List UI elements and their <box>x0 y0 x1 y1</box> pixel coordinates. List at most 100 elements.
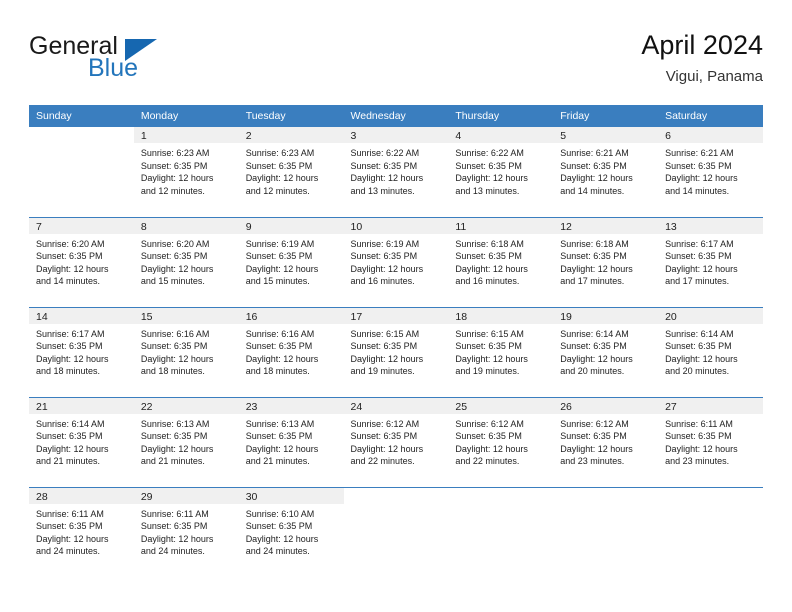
daylight-text-line1: Daylight: 12 hours <box>665 353 738 364</box>
sunrise-text: Sunrise: 6:21 AM <box>665 148 734 158</box>
sunset-text: Sunset: 6:35 PM <box>350 341 418 352</box>
day-details: Sunrise: 6:21 AM Sunset: 6:35 PM Daylight:… <box>553 143 658 197</box>
day-details: Sunrise: 6:19 AM Sunset: 6:35 PM Daylight:… <box>344 234 449 288</box>
calendar-day-cell[interactable]: 17 Sunrise: 6:15 AM Sunset: 6:35 PM Dayligh… <box>343 306 449 397</box>
daylight-text-line2: and 21 minutes. <box>140 456 205 467</box>
day-number: 21 <box>29 397 134 414</box>
daylight-text-line2: and 23 minutes. <box>665 456 730 467</box>
daylight-text-line1: Daylight: 12 hours <box>36 353 109 364</box>
calendar-day-cell[interactable]: 18 Sunrise: 6:15 AM Sunset: 6:35 PM Dayligh… <box>448 306 554 397</box>
calendar-day-cell[interactable]: 22 Sunrise: 6:13 AM Sunset: 6:35 PM Dayligh… <box>133 396 239 487</box>
calendar-day-cell[interactable]: 24 Sunrise: 6:12 AM Sunset: 6:35 PM Dayligh… <box>343 396 449 487</box>
sunrise-text: Sunrise: 6:17 AM <box>665 238 734 249</box>
calendar-day-cell[interactable]: 12 Sunrise: 6:18 AM Sunset: 6:35 PM Dayligh… <box>553 216 659 307</box>
daylight-text-line2: and 22 minutes. <box>350 456 415 467</box>
daylight-text-line1: Daylight: 12 hours <box>245 443 319 454</box>
sunrise-text: Sunrise: 6:13 AM <box>245 418 315 429</box>
calendar-body: 1 Sunrise: 6:23 AM Sunset: 6:35 PM Daylight… <box>29 127 763 577</box>
day-number: 19 <box>553 307 659 324</box>
calendar-day-cell[interactable]: 25 Sunrise: 6:12 AM Sunset: 6:35 PM Dayligh… <box>448 396 554 487</box>
calendar-day-cell[interactable]: 10 Sunrise: 6:19 AM Sunset: 6:35 PM Dayligh… <box>343 216 449 307</box>
daylight-text-line1: Daylight: 12 hours <box>350 173 424 184</box>
calendar-week-row: 7 Sunrise: 6:20 AM Sunset: 6:35 PM Daylight… <box>29 216 763 307</box>
calendar-day-cell[interactable]: 11 Sunrise: 6:18 AM Sunset: 6:35 PM Dayligh… <box>448 216 554 307</box>
sunrise-text: Sunrise: 6:11 AM <box>665 418 733 429</box>
calendar-day-cell[interactable]: 7 Sunrise: 6:20 AM Sunset: 6:35 PM Daylight… <box>29 216 134 307</box>
calendar-table: Sunday Monday Tuesday Wednesday Thursday Frid… <box>29 105 763 577</box>
day-details: Sunrise: 6:11 AM Sunset: 6:35 PM Daylight:… <box>134 504 239 558</box>
daylight-text-line2: and 12 minutes. <box>245 185 310 196</box>
sunrise-text: Sunrise: 6:13 AM <box>140 418 210 429</box>
sunrise-text: Sunrise: 6:18 AM <box>455 238 524 249</box>
weekday-header-tuesday: Tuesday <box>238 105 344 127</box>
day-number: 12 <box>553 217 659 234</box>
calendar-cell-empty <box>343 486 449 577</box>
calendar-cell-empty <box>658 486 763 577</box>
calendar-day-cell[interactable]: 26 Sunrise: 6:12 AM Sunset: 6:35 PM Dayligh… <box>553 396 659 487</box>
weekday-header-monday: Monday <box>133 105 239 127</box>
daylight-text-line2: and 23 minutes. <box>560 456 625 467</box>
calendar-day-cell[interactable]: 19 Sunrise: 6:14 AM Sunset: 6:35 PM Dayligh… <box>553 306 659 397</box>
day-details: Sunrise: 6:14 AM Sunset: 6:35 PM Daylight:… <box>553 324 658 378</box>
calendar-day-cell[interactable]: 20 Sunrise: 6:14 AM Sunset: 6:35 PM Dayligh… <box>658 306 763 397</box>
calendar-day-cell[interactable]: 3 Sunrise: 6:22 AM Sunset: 6:35 PM Daylight… <box>343 127 449 217</box>
calendar-day-cell[interactable]: 6 Sunrise: 6:21 AM Sunset: 6:35 PM Daylight… <box>658 127 763 217</box>
sunset-text: Sunset: 6:35 PM <box>665 431 732 442</box>
sunrise-text: Sunrise: 6:12 AM <box>560 418 629 429</box>
daylight-text-line1: Daylight: 12 hours <box>350 353 424 364</box>
day-details: Sunrise: 6:15 AM Sunset: 6:35 PM Daylight:… <box>344 324 449 378</box>
calendar-week-row: 28 Sunrise: 6:11 AM Sunset: 6:35 PM Dayligh… <box>29 486 763 577</box>
daylight-text-line2: and 24 minutes. <box>140 546 205 557</box>
calendar-day-cell[interactable]: 16 Sunrise: 6:16 AM Sunset: 6:35 PM Dayligh… <box>238 306 344 397</box>
day-details: Sunrise: 6:12 AM Sunset: 6:35 PM Daylight:… <box>553 414 658 468</box>
page-header: General Blue April 2024 Vigui, Panama <box>29 28 763 96</box>
daylight-text-line1: Daylight: 12 hours <box>36 533 109 544</box>
calendar-day-cell[interactable]: 29 Sunrise: 6:11 AM Sunset: 6:35 PM Dayligh… <box>133 486 239 577</box>
day-number: 23 <box>238 397 344 414</box>
sunrise-text: Sunrise: 6:21 AM <box>560 148 629 158</box>
day-number: 2 <box>238 127 344 143</box>
calendar-day-cell[interactable]: 4 Sunrise: 6:22 AM Sunset: 6:35 PM Daylight… <box>448 127 554 217</box>
calendar-day-cell[interactable]: 2 Sunrise: 6:23 AM Sunset: 6:35 PM Daylight… <box>238 127 344 217</box>
day-number: 24 <box>343 397 449 414</box>
calendar-day-cell[interactable]: 27 Sunrise: 6:11 AM Sunset: 6:35 PM Dayligh… <box>658 396 763 487</box>
day-number: 25 <box>448 397 554 414</box>
day-number: 26 <box>553 397 659 414</box>
daylight-text-line1: Daylight: 12 hours <box>140 533 214 544</box>
sunrise-text: Sunrise: 6:15 AM <box>350 328 420 339</box>
calendar-day-cell[interactable]: 23 Sunrise: 6:13 AM Sunset: 6:35 PM Dayligh… <box>238 396 344 487</box>
daylight-text-line2: and 20 minutes. <box>560 366 625 377</box>
calendar-week-row: 14 Sunrise: 6:17 AM Sunset: 6:35 PM Dayligh… <box>29 306 763 397</box>
daylight-text-line2: and 15 minutes. <box>140 276 205 287</box>
calendar-day-cell[interactable]: 1 Sunrise: 6:23 AM Sunset: 6:35 PM Daylight… <box>133 127 239 217</box>
daylight-text-line2: and 13 minutes. <box>455 185 520 196</box>
sunrise-text: Sunrise: 6:14 AM <box>36 418 105 429</box>
calendar-day-cell[interactable]: 21 Sunrise: 6:14 AM Sunset: 6:35 PM Dayligh… <box>29 396 134 487</box>
daylight-text-line2: and 14 minutes. <box>36 276 101 287</box>
daylight-text-line2: and 21 minutes. <box>245 456 310 467</box>
day-details: Sunrise: 6:23 AM Sunset: 6:35 PM Daylight:… <box>134 143 239 197</box>
weekday-header-thursday: Thursday <box>448 105 554 127</box>
sunrise-text: Sunrise: 6:19 AM <box>245 238 315 249</box>
sunset-text: Sunset: 6:35 PM <box>665 251 732 262</box>
day-details: Sunrise: 6:18 AM Sunset: 6:35 PM Daylight:… <box>553 234 658 288</box>
calendar-day-cell[interactable]: 15 Sunrise: 6:16 AM Sunset: 6:35 PM Dayligh… <box>133 306 239 397</box>
day-number: 17 <box>343 307 449 324</box>
calendar-day-cell[interactable]: 13 Sunrise: 6:17 AM Sunset: 6:35 PM Dayligh… <box>658 216 763 307</box>
calendar-day-cell[interactable]: 28 Sunrise: 6:11 AM Sunset: 6:35 PM Dayligh… <box>29 486 134 577</box>
daylight-text-line1: Daylight: 12 hours <box>245 533 319 544</box>
day-details: Sunrise: 6:16 AM Sunset: 6:35 PM Daylight:… <box>134 324 239 378</box>
day-details: Sunrise: 6:22 AM Sunset: 6:35 PM Daylight:… <box>344 143 449 197</box>
day-details: Sunrise: 6:12 AM Sunset: 6:35 PM Daylight:… <box>448 414 553 468</box>
daylight-text-line1: Daylight: 12 hours <box>560 443 633 454</box>
calendar-day-cell[interactable]: 9 Sunrise: 6:19 AM Sunset: 6:35 PM Daylight… <box>238 216 344 307</box>
daylight-text-line1: Daylight: 12 hours <box>140 443 214 454</box>
daylight-text-line1: Daylight: 12 hours <box>36 443 109 454</box>
calendar-day-cell[interactable]: 30 Sunrise: 6:10 AM Sunset: 6:35 PM Dayligh… <box>238 486 344 577</box>
calendar-day-cell[interactable]: 8 Sunrise: 6:20 AM Sunset: 6:35 PM Daylight… <box>133 216 239 307</box>
day-number: 16 <box>238 307 344 324</box>
calendar-day-cell[interactable]: 14 Sunrise: 6:17 AM Sunset: 6:35 PM Dayligh… <box>29 306 134 397</box>
day-details: Sunrise: 6:21 AM Sunset: 6:35 PM Daylight:… <box>658 143 763 197</box>
general-blue-logo[interactable]: General Blue <box>29 32 259 90</box>
calendar-day-cell[interactable]: 5 Sunrise: 6:21 AM Sunset: 6:35 PM Daylight… <box>553 127 659 217</box>
